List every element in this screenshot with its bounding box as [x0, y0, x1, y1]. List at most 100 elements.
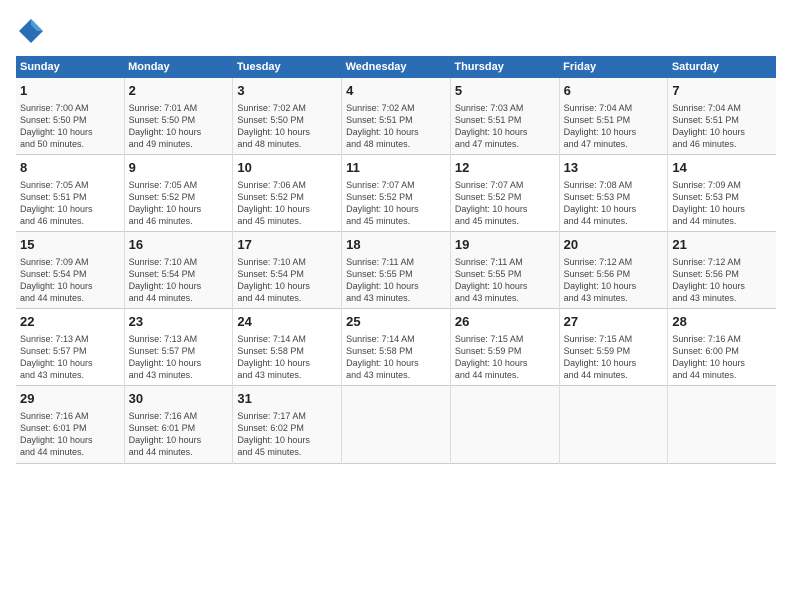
- day-number: 1: [20, 82, 120, 100]
- day-info: Sunrise: 7:12 AM Sunset: 5:56 PM Dayligh…: [564, 256, 664, 305]
- day-info: Sunrise: 7:09 AM Sunset: 5:53 PM Dayligh…: [672, 179, 772, 228]
- calendar-cell: 18 Sunrise: 7:11 AM Sunset: 5:55 PM Dayli…: [342, 232, 451, 309]
- day-number: 10: [237, 159, 337, 177]
- col-header-friday: Friday: [559, 56, 668, 78]
- day-number: 15: [20, 236, 120, 254]
- calendar-cell: 10 Sunrise: 7:06 AM Sunset: 5:52 PM Dayli…: [233, 155, 342, 232]
- day-number: 13: [564, 159, 664, 177]
- calendar-cell: 20 Sunrise: 7:12 AM Sunset: 5:56 PM Dayli…: [559, 232, 668, 309]
- day-number: 20: [564, 236, 664, 254]
- day-info: Sunrise: 7:10 AM Sunset: 5:54 PM Dayligh…: [129, 256, 229, 305]
- week-row-1: 1 Sunrise: 7:00 AM Sunset: 5:50 PM Daylig…: [16, 78, 776, 155]
- day-info: Sunrise: 7:17 AM Sunset: 6:02 PM Dayligh…: [237, 410, 337, 459]
- day-number: 7: [672, 82, 772, 100]
- day-number: 26: [455, 313, 555, 331]
- logo: [16, 16, 48, 46]
- calendar-cell: 9 Sunrise: 7:05 AM Sunset: 5:52 PM Daylig…: [124, 155, 233, 232]
- day-info: Sunrise: 7:10 AM Sunset: 5:54 PM Dayligh…: [237, 256, 337, 305]
- calendar-cell: 22 Sunrise: 7:13 AM Sunset: 5:57 PM Dayli…: [16, 309, 124, 386]
- day-number: 29: [20, 390, 120, 408]
- calendar-cell: 23 Sunrise: 7:13 AM Sunset: 5:57 PM Dayli…: [124, 309, 233, 386]
- week-row-2: 8Sunrise: 7:05 AM Sunset: 5:51 PM Daylig…: [16, 155, 776, 232]
- col-header-tuesday: Tuesday: [233, 56, 342, 78]
- day-info: Sunrise: 7:07 AM Sunset: 5:52 PM Dayligh…: [455, 179, 555, 228]
- calendar-cell: 1 Sunrise: 7:00 AM Sunset: 5:50 PM Daylig…: [16, 78, 124, 155]
- col-header-thursday: Thursday: [450, 56, 559, 78]
- calendar-cell: 12 Sunrise: 7:07 AM Sunset: 5:52 PM Dayli…: [450, 155, 559, 232]
- day-number: 18: [346, 236, 446, 254]
- day-info: Sunrise: 7:06 AM Sunset: 5:52 PM Dayligh…: [237, 179, 337, 228]
- calendar-cell: 30 Sunrise: 7:16 AM Sunset: 6:01 PM Dayli…: [124, 386, 233, 463]
- calendar-cell: 6 Sunrise: 7:04 AM Sunset: 5:51 PM Daylig…: [559, 78, 668, 155]
- day-info: Sunrise: 7:12 AM Sunset: 5:56 PM Dayligh…: [672, 256, 772, 305]
- day-number: 9: [129, 159, 229, 177]
- calendar-cell: 25Sunrise: 7:14 AM Sunset: 5:58 PM Dayli…: [342, 309, 451, 386]
- calendar-cell: 28 Sunrise: 7:16 AM Sunset: 6:00 PM Dayli…: [668, 309, 776, 386]
- day-info: Sunrise: 7:16 AM Sunset: 6:01 PM Dayligh…: [129, 410, 229, 459]
- day-info: Sunrise: 7:16 AM Sunset: 6:00 PM Dayligh…: [672, 333, 772, 382]
- day-info: Sunrise: 7:02 AM Sunset: 5:51 PM Dayligh…: [346, 102, 446, 151]
- day-number: 23: [129, 313, 229, 331]
- day-info: Sunrise: 7:03 AM Sunset: 5:51 PM Dayligh…: [455, 102, 555, 151]
- calendar-cell: [559, 386, 668, 463]
- day-number: 19: [455, 236, 555, 254]
- calendar-cell: 16 Sunrise: 7:10 AM Sunset: 5:54 PM Dayli…: [124, 232, 233, 309]
- header: [16, 16, 776, 46]
- day-info: Sunrise: 7:14 AM Sunset: 5:58 PM Dayligh…: [346, 333, 446, 382]
- day-info: Sunrise: 7:04 AM Sunset: 5:51 PM Dayligh…: [672, 102, 772, 151]
- week-row-3: 15 Sunrise: 7:09 AM Sunset: 5:54 PM Dayli…: [16, 232, 776, 309]
- day-number: 4: [346, 82, 446, 100]
- day-number: 31: [237, 390, 337, 408]
- week-row-4: 22 Sunrise: 7:13 AM Sunset: 5:57 PM Dayli…: [16, 309, 776, 386]
- day-info: Sunrise: 7:01 AM Sunset: 5:50 PM Dayligh…: [129, 102, 229, 151]
- day-number: 12: [455, 159, 555, 177]
- calendar-cell: 11Sunrise: 7:07 AM Sunset: 5:52 PM Dayli…: [342, 155, 451, 232]
- day-number: 6: [564, 82, 664, 100]
- day-info: Sunrise: 7:11 AM Sunset: 5:55 PM Dayligh…: [455, 256, 555, 305]
- day-info: Sunrise: 7:13 AM Sunset: 5:57 PM Dayligh…: [20, 333, 120, 382]
- page-container: SundayMondayTuesdayWednesdayThursdayFrid…: [0, 0, 792, 474]
- col-header-monday: Monday: [124, 56, 233, 78]
- calendar-cell: 13 Sunrise: 7:08 AM Sunset: 5:53 PM Dayli…: [559, 155, 668, 232]
- day-info: Sunrise: 7:16 AM Sunset: 6:01 PM Dayligh…: [20, 410, 120, 459]
- day-info: Sunrise: 7:15 AM Sunset: 5:59 PM Dayligh…: [455, 333, 555, 382]
- calendar-table: SundayMondayTuesdayWednesdayThursdayFrid…: [16, 56, 776, 464]
- col-header-saturday: Saturday: [668, 56, 776, 78]
- calendar-cell: [668, 386, 776, 463]
- day-info: Sunrise: 7:08 AM Sunset: 5:53 PM Dayligh…: [564, 179, 664, 228]
- day-number: 16: [129, 236, 229, 254]
- day-number: 3: [237, 82, 337, 100]
- calendar-cell: 3 Sunrise: 7:02 AM Sunset: 5:50 PM Daylig…: [233, 78, 342, 155]
- col-header-wednesday: Wednesday: [342, 56, 451, 78]
- day-info: Sunrise: 7:04 AM Sunset: 5:51 PM Dayligh…: [564, 102, 664, 151]
- day-info: Sunrise: 7:15 AM Sunset: 5:59 PM Dayligh…: [564, 333, 664, 382]
- calendar-cell: 5 Sunrise: 7:03 AM Sunset: 5:51 PM Daylig…: [450, 78, 559, 155]
- day-number: 21: [672, 236, 772, 254]
- day-info: Sunrise: 7:09 AM Sunset: 5:54 PM Dayligh…: [20, 256, 120, 305]
- calendar-cell: 29 Sunrise: 7:16 AM Sunset: 6:01 PM Dayli…: [16, 386, 124, 463]
- calendar-cell: 4 Sunrise: 7:02 AM Sunset: 5:51 PM Daylig…: [342, 78, 451, 155]
- day-info: Sunrise: 7:05 AM Sunset: 5:52 PM Dayligh…: [129, 179, 229, 228]
- day-number: 27: [564, 313, 664, 331]
- calendar-cell: 2Sunrise: 7:01 AM Sunset: 5:50 PM Daylig…: [124, 78, 233, 155]
- calendar-cell: 15 Sunrise: 7:09 AM Sunset: 5:54 PM Dayli…: [16, 232, 124, 309]
- day-number: 28: [672, 313, 772, 331]
- calendar-cell: [450, 386, 559, 463]
- day-number: 22: [20, 313, 120, 331]
- calendar-cell: 7 Sunrise: 7:04 AM Sunset: 5:51 PM Daylig…: [668, 78, 776, 155]
- week-row-5: 29 Sunrise: 7:16 AM Sunset: 6:01 PM Dayli…: [16, 386, 776, 463]
- day-number: 30: [129, 390, 229, 408]
- day-number: 5: [455, 82, 555, 100]
- day-info: Sunrise: 7:13 AM Sunset: 5:57 PM Dayligh…: [129, 333, 229, 382]
- calendar-cell: 26 Sunrise: 7:15 AM Sunset: 5:59 PM Dayli…: [450, 309, 559, 386]
- header-row: SundayMondayTuesdayWednesdayThursdayFrid…: [16, 56, 776, 78]
- calendar-cell: 19 Sunrise: 7:11 AM Sunset: 5:55 PM Dayli…: [450, 232, 559, 309]
- day-info: Sunrise: 7:14 AM Sunset: 5:58 PM Dayligh…: [237, 333, 337, 382]
- day-info: Sunrise: 7:11 AM Sunset: 5:55 PM Dayligh…: [346, 256, 446, 305]
- col-header-sunday: Sunday: [16, 56, 124, 78]
- day-info: Sunrise: 7:00 AM Sunset: 5:50 PM Dayligh…: [20, 102, 120, 151]
- day-info: Sunrise: 7:02 AM Sunset: 5:50 PM Dayligh…: [237, 102, 337, 151]
- calendar-cell: 14Sunrise: 7:09 AM Sunset: 5:53 PM Dayli…: [668, 155, 776, 232]
- day-number: 11: [346, 159, 446, 177]
- day-info: Sunrise: 7:05 AM Sunset: 5:51 PM Dayligh…: [20, 179, 120, 228]
